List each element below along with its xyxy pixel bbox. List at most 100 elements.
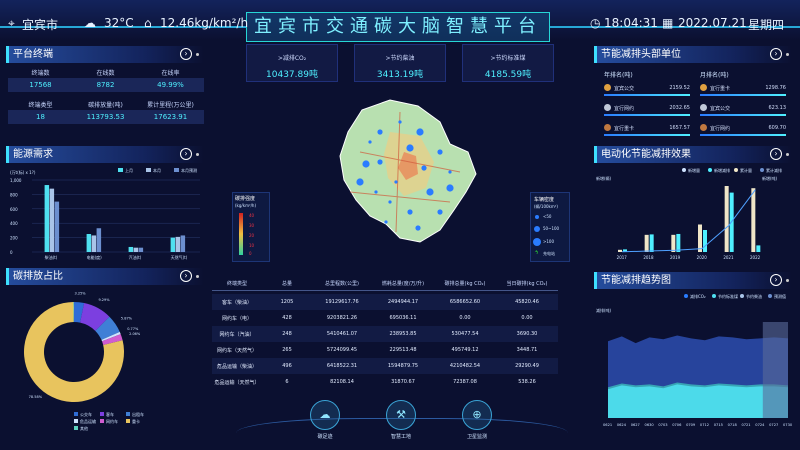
satellite-monitor-button[interactable]: ⊕ (462, 400, 492, 430)
table-cell: 19129617.76 (325, 299, 359, 305)
legend-swatch (74, 412, 78, 416)
terminal-value: 49.99% (157, 81, 184, 89)
co2-cloud-icon: ☁ (319, 408, 331, 421)
table-row[interactable]: 网约车（汽油） 248 5410461.07 238953.85 530477.54 36… (212, 326, 558, 342)
pie-pct-label: 2.06% (129, 332, 141, 336)
legend-label: 本月 (153, 167, 161, 173)
table-cell: 695036.11 (389, 315, 417, 321)
medal-icon (604, 104, 611, 111)
table-row[interactable]: 网约车（电） 428 9203821.26 695036.11 0.00 0.00 (212, 310, 558, 326)
medal-icon (700, 124, 707, 131)
smart-site-button[interactable]: ⚒ (386, 400, 416, 430)
y-tick-label: 600 (10, 207, 18, 212)
ranking-value: 1657.57 (669, 125, 690, 131)
table-row[interactable]: 网约车（天然气） 265 5724099.45 229513.48 495749.12 3… (212, 342, 558, 358)
x-tick-label: 0718 (728, 423, 738, 427)
energy-chart: (万t(标) x 1?) 上月 本月 本月预测 1,000 800 600 400 200 0 柴油… (10, 167, 200, 260)
ranking-bar (700, 134, 786, 136)
ranking-value: 2032.65 (669, 105, 690, 111)
legend-label: 重卡 (132, 418, 140, 424)
satellite-monitor-label: 卫星监测 (466, 434, 487, 440)
x-tick-label: 2018 (643, 255, 654, 260)
legend-label: 网约车 (106, 418, 118, 424)
density-dot (421, 165, 427, 171)
energy-bar (44, 185, 50, 252)
energy-bar (91, 235, 97, 252)
table-row[interactable]: 危品运输（天然气） 6 82108.14 31870.67 72387.08 538.26 (212, 374, 558, 388)
density-dot (398, 120, 402, 124)
ranking-more-button[interactable]: › (770, 48, 782, 60)
terminal-value: 18 (36, 113, 45, 121)
intensity-legend-title: 碳排强度 (235, 196, 256, 202)
legend-label: 累计减排 (766, 167, 782, 173)
legend-swatch (74, 419, 78, 423)
x-tick-label: 0709 (686, 423, 696, 427)
city-map[interactable] (300, 92, 510, 252)
pie-pct-label: 9.29% (98, 298, 110, 302)
table-cell: 0.00 (459, 315, 471, 321)
carbon-footprint-button[interactable]: ☁ (310, 400, 340, 430)
stat-value: 10437.89吨 (266, 70, 318, 80)
carbon-title: 碳排放占比 (6, 268, 204, 285)
legend-swatch (118, 168, 123, 172)
ranking-annual-label: 年排名(吨) (604, 72, 633, 79)
legend-swatch (682, 168, 686, 172)
terminal-more-button[interactable]: › (180, 48, 192, 60)
pie-pct-label: 78.58% (29, 395, 43, 399)
density-dot (446, 184, 454, 192)
stat-box: >节约标准煤 4185.59吨 (462, 44, 554, 82)
satellite-icon: ⊕ (472, 408, 482, 421)
table-cell: 6 (285, 379, 289, 385)
table-row[interactable]: 客车（柴油） 1205 19129617.76 2494944.17 6586652.6… (212, 294, 558, 310)
electric-more-button[interactable]: › (770, 148, 782, 160)
x-tick-label: 2019 (670, 255, 681, 260)
table-header-cell: 总里程数(公里) (325, 281, 359, 287)
energy-more-button[interactable]: › (180, 148, 192, 160)
legend-label: 上月 (125, 167, 133, 173)
y-tick-label: 800 (10, 192, 18, 197)
table-row[interactable]: 危品运输（柴油） 496 6418522.31 1594879.75 4210482.5… (212, 358, 558, 374)
table-header-cell: 总量 (281, 281, 292, 287)
density-dot (416, 128, 424, 136)
table-cell: 248 (282, 331, 292, 337)
legend-swatch (126, 412, 130, 416)
weather-icon: ☁ (84, 16, 96, 30)
x-tick-label: 0624 (617, 423, 627, 427)
table-cell: 网约车（天然气） (216, 348, 257, 354)
electric-bar (649, 234, 654, 252)
energy-dot-icon (196, 153, 199, 156)
y-tick-label: 1,000 (10, 178, 22, 183)
density-dot (437, 209, 443, 215)
stat-label: >减排CO₂ (277, 55, 307, 62)
density-dot (368, 140, 372, 144)
carbon-more-button[interactable]: › (180, 270, 192, 282)
density-legend-unit: (辆/100km²) (534, 204, 558, 209)
table-cell: 1205 (280, 299, 294, 305)
table-cell: 0.00 (521, 315, 533, 321)
y-unit-right: 新增(吨) (762, 175, 778, 181)
trend-more-button[interactable]: › (770, 274, 782, 286)
intensity-tick: 30 (249, 223, 255, 228)
x-tick-label: 0703 (658, 423, 667, 427)
legend-swatch (708, 168, 712, 172)
intensity-tick: 0 (249, 251, 252, 256)
city-label[interactable]: 宜宾市 (22, 16, 58, 33)
legend-swatch (74, 426, 78, 430)
table-cell: 4210482.54 (449, 363, 481, 369)
density-legend-title: 车辆密度 (534, 197, 555, 203)
density-dot (374, 190, 378, 194)
legend-label: 节约标准煤 (718, 293, 738, 299)
legend-swatch (684, 294, 688, 298)
medal-icon (604, 124, 611, 131)
ranking-name: 宜宾公交 (614, 86, 635, 92)
electric-chart: 新增量 新增减排 累计量 累计减排新增(辆) 新增(吨) 2017 2018 2019 2020… (596, 167, 782, 260)
legend-swatch (768, 294, 772, 298)
intensity-tick: 40 (249, 213, 255, 218)
energy-bar (175, 236, 181, 252)
current-time: 18:04:31 (604, 16, 658, 30)
energy-bar (86, 234, 92, 252)
terminal-title: 平台终端 (6, 46, 204, 63)
density-dot (362, 160, 370, 168)
density-item: >100 (543, 239, 554, 244)
legend-swatch (100, 419, 104, 423)
